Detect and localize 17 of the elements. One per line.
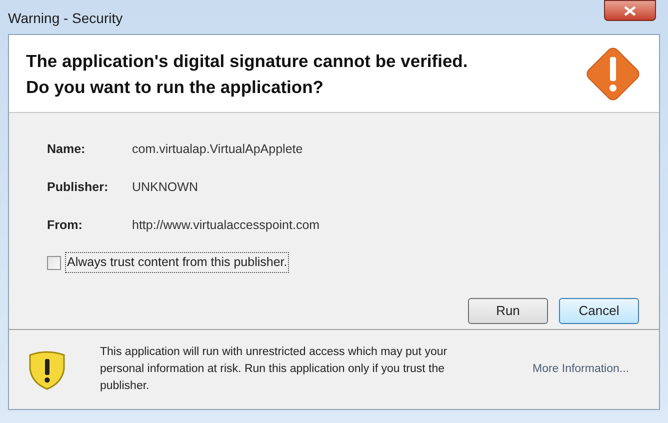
warning-message: This application will run with unrestricted access which may put your personal information at risk. Run this application only if you trust the publisher. [100,345,448,394]
close-icon [624,6,636,16]
detail-value: http://www.virtualaccesspoint.com [132,216,321,234]
dialog-button[interactable]: Run [468,298,548,324]
checkbox[interactable] [47,256,61,270]
warning-heading: The application's digital signature cannot be verified. [26,50,468,73]
detail-label: Publisher: [47,178,110,196]
warning-heading: Do you want to run the application? [26,76,324,99]
more-information-link[interactable]: More Information... [532,360,629,378]
dialog-button[interactable]: Cancel [559,298,639,324]
detail-value: UNKNOWN [132,178,199,196]
detail-label: From: [47,216,84,234]
window-title: Warning - Security [8,9,123,28]
checkbox-label: Always trust content from this publisher. [65,252,290,273]
detail-value: com.virtualap.VirtualApApplete [132,141,304,158]
close-button[interactable] [604,0,656,21]
detail-label: Name: [47,141,86,158]
